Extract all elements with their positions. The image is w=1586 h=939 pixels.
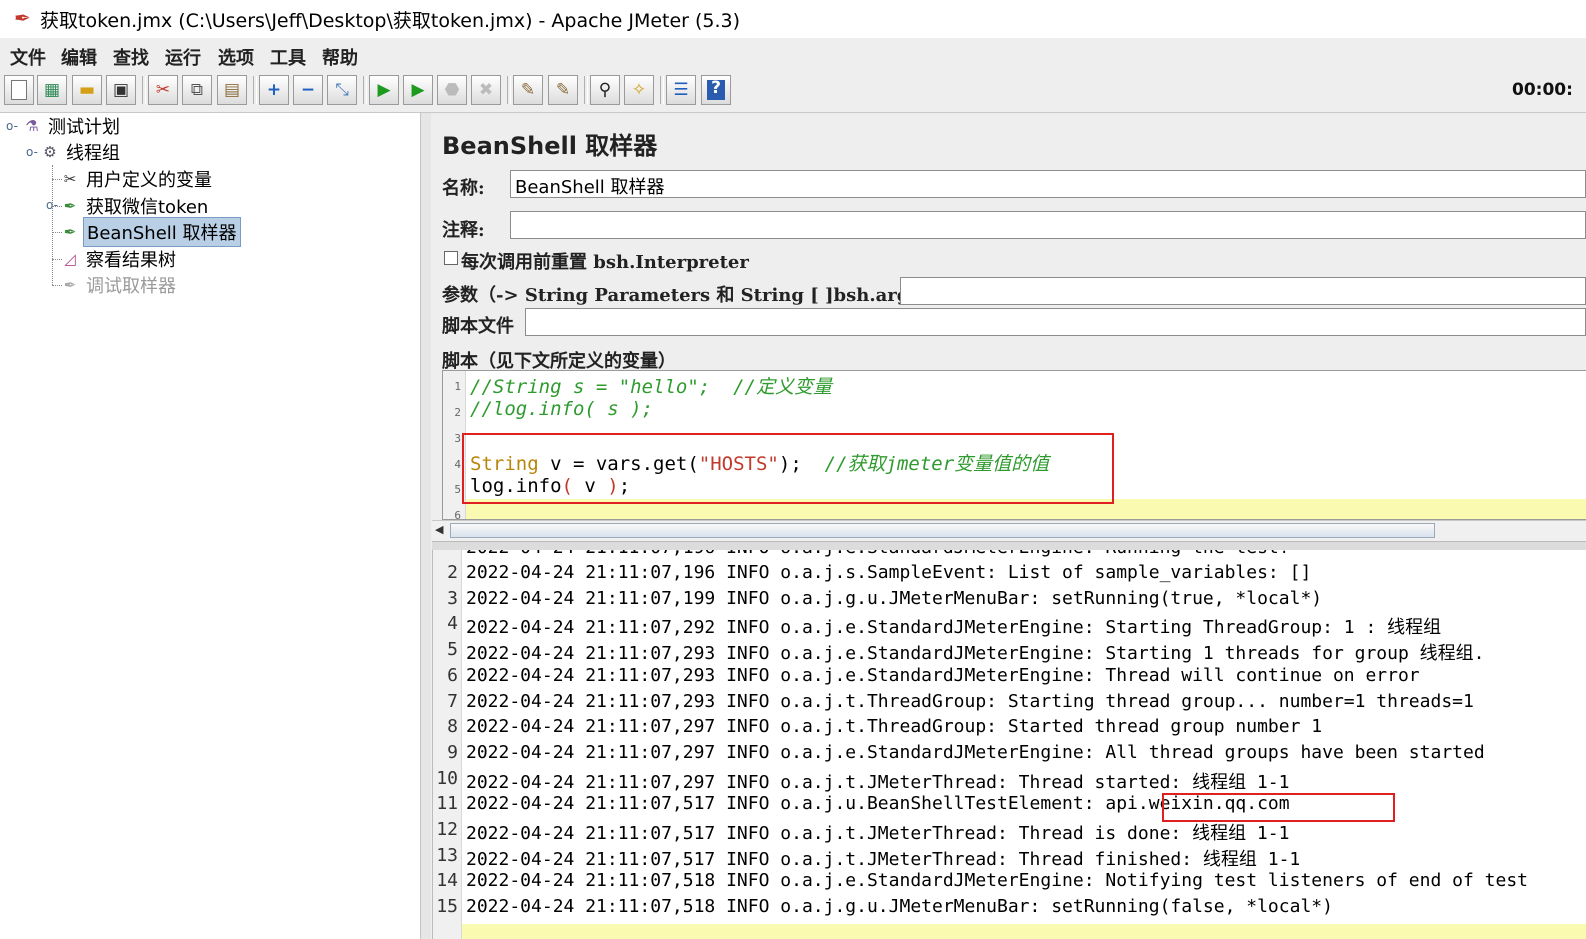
log-line-number: 11 xyxy=(436,793,458,815)
comment-field[interactable] xyxy=(510,211,1586,239)
log-line-number: 13 xyxy=(436,844,458,866)
log-line: 2022-04-24 21:11:07,199 INFO o.a.j.g.u.J… xyxy=(466,587,1323,609)
log-line-number: 7 xyxy=(447,690,458,712)
log-line-number: 10 xyxy=(436,767,458,789)
menu-run[interactable]: 运行 xyxy=(165,44,201,70)
parameters-label: 参数（-> String Parameters 和 String [ ]bsh.… xyxy=(442,285,938,306)
log-line-number: 5 xyxy=(447,639,458,661)
log-line: 2022-04-24 21:11:07,196 INFO o.a.j.e.Sta… xyxy=(466,550,1290,558)
wrench-icon: ✂ xyxy=(63,170,77,188)
page-title: BeanShell 取样器 xyxy=(442,132,658,160)
templates-icon[interactable]: ▦ xyxy=(37,75,67,105)
help-icon[interactable]: ? xyxy=(701,75,731,105)
new-icon[interactable] xyxy=(4,75,34,105)
paste-icon[interactable]: ▤ xyxy=(217,75,247,105)
clear-all-icon[interactable]: ✎ xyxy=(548,75,578,105)
log-line: 2022-04-24 21:11:07,293 INFO o.a.j.e.Sta… xyxy=(466,664,1420,686)
log-panel[interactable]: 2022-04-24 21:11:07,196 INFO o.a.j.e.Sta… xyxy=(432,550,1586,939)
log-line-number: 8 xyxy=(447,716,458,738)
start-icon[interactable]: ▶ xyxy=(369,75,399,105)
copy-icon[interactable]: ⧉ xyxy=(182,75,212,105)
log-line-number: 9 xyxy=(447,741,458,763)
tree-node-user-defined-variables[interactable]: ✂ 用户定义的变量 xyxy=(60,166,215,192)
log-line: 2022-04-24 21:11:07,517 INFO o.a.j.t.JMe… xyxy=(466,823,1290,844)
reset-interpreter-checkbox[interactable] xyxy=(444,251,458,265)
tree-node-debug-sampler[interactable]: ✒ 调试取样器 xyxy=(60,272,179,298)
gear-icon: ⚙ xyxy=(43,143,57,161)
tree-node-test-plan[interactable]: ⚗ 测试计划 xyxy=(22,113,123,139)
pipette-icon: ✒ xyxy=(63,197,77,215)
log-line: 2022-04-24 21:11:07,292 INFO o.a.j.e.Sta… xyxy=(466,617,1442,639)
log-line: 2022-04-24 21:11:07,293 INFO o.a.j.e.Sta… xyxy=(466,643,1485,665)
tree-node-thread-group[interactable]: ⚙ 线程组 xyxy=(40,139,123,165)
toggle-icon[interactable]: ⤡ xyxy=(327,75,357,105)
current-line-highlight xyxy=(462,924,1586,939)
log-line-number: 12 xyxy=(436,819,458,840)
menu-options[interactable]: 选项 xyxy=(218,44,254,70)
pipette-icon: ✒ xyxy=(63,276,77,294)
tree-node-beanshell-sampler[interactable]: ✒ BeanShell 取样器 xyxy=(60,217,241,247)
pipette-icon: ✒ xyxy=(63,223,77,241)
function-helper-icon[interactable]: ☰ xyxy=(666,75,696,105)
menu-tools[interactable]: 工具 xyxy=(270,44,306,70)
menu-file[interactable]: 文件 xyxy=(10,44,46,70)
log-line-number: 4 xyxy=(447,613,458,635)
test-plan-icon: ⚗ xyxy=(25,117,39,135)
jmeter-logo-icon: ✒ xyxy=(14,6,31,30)
chart-icon: ◿ xyxy=(64,250,76,268)
log-line-number: 6 xyxy=(447,664,458,686)
log-line: 2022-04-24 21:11:07,518 INFO o.a.j.e.Sta… xyxy=(466,870,1529,892)
toolbar: ▦ ▬ ▣ ✂ ⧉ ▤ + − ⤡ ▶ ▶ ⬣ ✖ ✎ ✎ ⚲ ✧ ☰ ? xyxy=(0,70,1586,113)
parameters-field[interactable] xyxy=(900,277,1586,305)
tree-node-get-wechat-token[interactable]: ✒ 获取微信token xyxy=(60,193,211,219)
expand-handle-icon[interactable]: o- xyxy=(46,198,58,212)
horizontal-scrollbar[interactable]: ◀ xyxy=(432,520,1586,541)
highlight-box xyxy=(1162,793,1395,822)
expand-icon[interactable]: + xyxy=(259,75,289,105)
highlight-box xyxy=(462,433,1114,504)
menu-search[interactable]: 查找 xyxy=(113,44,149,70)
code-line: //log.info( s ); xyxy=(470,398,654,420)
log-line: 2022-04-24 21:11:07,297 INFO o.a.j.t.Thr… xyxy=(466,716,1323,738)
name-field[interactable]: BeanShell 取样器 xyxy=(510,170,1586,198)
scrollbar-thumb[interactable] xyxy=(450,523,1435,538)
log-line: 2022-04-24 21:11:07,297 INFO o.a.j.t.JMe… xyxy=(466,771,1290,793)
menu-bar: 文件 编辑 查找 运行 选项 工具 帮助 xyxy=(0,38,1586,70)
log-line-number: 2 xyxy=(447,562,458,583)
test-plan-tree: o- o- o- ⚗ 测试计划 ⚙ 线程组 ✂ 用户定义的变量 ✒ 获取微信to… xyxy=(0,113,421,939)
reset-search-icon[interactable]: ✧ xyxy=(624,75,654,105)
log-line-number: 14 xyxy=(436,870,458,892)
log-line-number: 3 xyxy=(447,587,458,609)
elapsed-timer: 00:00: xyxy=(1512,80,1573,100)
name-label: 名称: xyxy=(442,178,485,199)
menu-edit[interactable]: 编辑 xyxy=(61,44,97,70)
cut-icon[interactable]: ✂ xyxy=(148,75,178,105)
expand-handle-icon[interactable]: o- xyxy=(6,119,18,133)
menu-help[interactable]: 帮助 xyxy=(322,44,358,70)
start-no-pauses-icon[interactable]: ▶ xyxy=(403,75,433,105)
search-icon[interactable]: ⚲ xyxy=(590,75,620,105)
log-line: 2022-04-24 21:11:07,517 INFO o.a.j.t.JMe… xyxy=(466,848,1301,870)
expand-handle-icon[interactable]: o- xyxy=(26,145,38,159)
shutdown-icon[interactable]: ✖ xyxy=(471,75,501,105)
comment-label: 注释: xyxy=(442,220,485,241)
log-line: 2022-04-24 21:11:07,518 INFO o.a.j.g.u.J… xyxy=(466,896,1333,918)
reset-interpreter-label: 每次调用前重置 bsh.Interpreter xyxy=(461,252,749,273)
save-icon[interactable]: ▣ xyxy=(106,75,136,105)
script-file-field[interactable] xyxy=(525,308,1586,336)
open-icon[interactable]: ▬ xyxy=(72,75,102,105)
log-line-number: 15 xyxy=(436,896,458,918)
title-bar: ✒ 获取token.jmx (C:\Users\Jeff\Desktop\获取t… xyxy=(0,0,1586,38)
window-title: 获取token.jmx (C:\Users\Jeff\Desktop\获取tok… xyxy=(40,10,741,32)
collapse-icon[interactable]: − xyxy=(293,75,323,105)
code-line: //String s = "hello"; //定义变量 xyxy=(470,376,832,398)
clear-icon[interactable]: ✎ xyxy=(513,75,543,105)
tree-node-view-results-tree[interactable]: ◿ 察看结果树 xyxy=(60,246,179,272)
stop-icon[interactable]: ⬣ xyxy=(437,75,467,105)
log-line: 2022-04-24 21:11:07,293 INFO o.a.j.t.Thr… xyxy=(466,690,1474,712)
log-line: 2022-04-24 21:11:07,297 INFO o.a.j.e.Sta… xyxy=(466,741,1485,763)
script-file-label: 脚本文件 xyxy=(442,316,514,337)
scroll-left-icon[interactable]: ◀ xyxy=(435,523,443,536)
log-line: 2022-04-24 21:11:07,196 INFO o.a.j.s.Sam… xyxy=(466,562,1312,583)
